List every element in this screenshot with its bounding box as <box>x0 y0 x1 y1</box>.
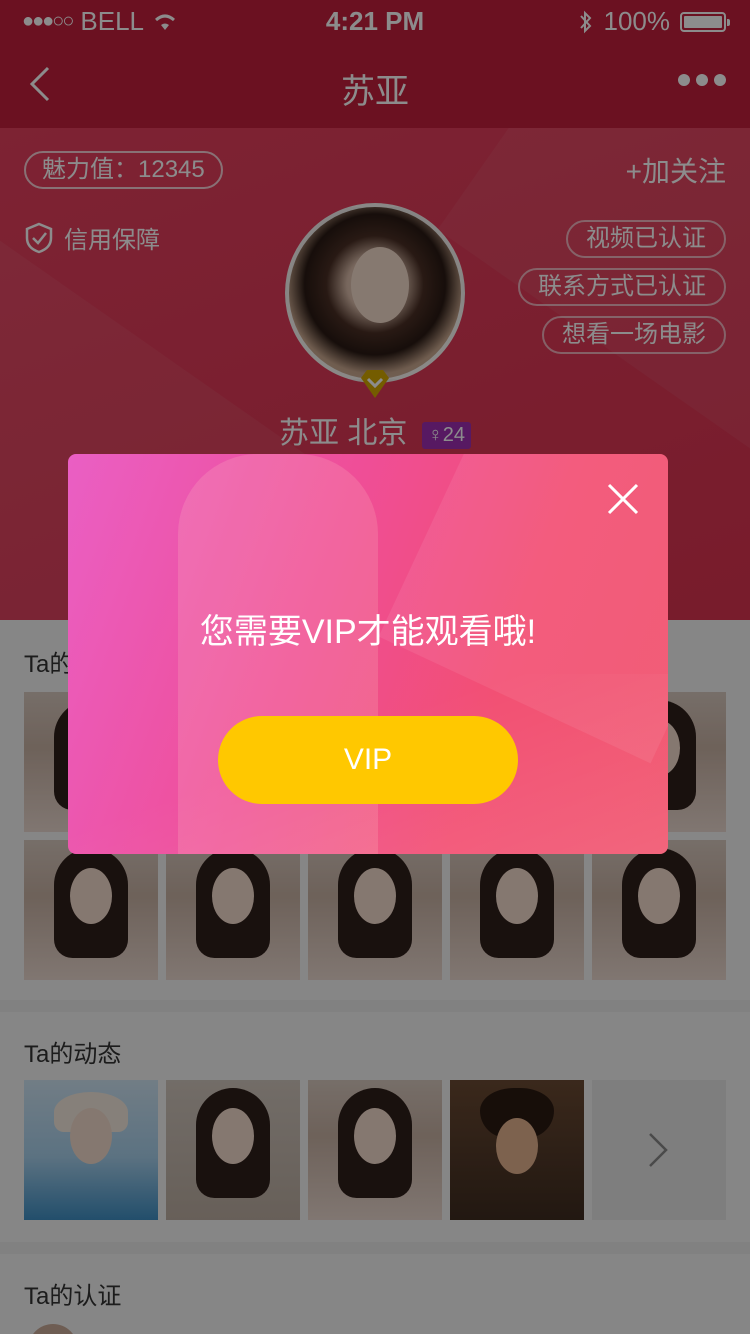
modal-message: 您需要VIP才能观看哦! <box>199 613 537 651</box>
close-icon[interactable] <box>606 482 640 516</box>
vip-modal: 您需要VIP才能观看哦! VIP <box>68 454 668 854</box>
vip-button[interactable]: VIP <box>218 716 518 804</box>
